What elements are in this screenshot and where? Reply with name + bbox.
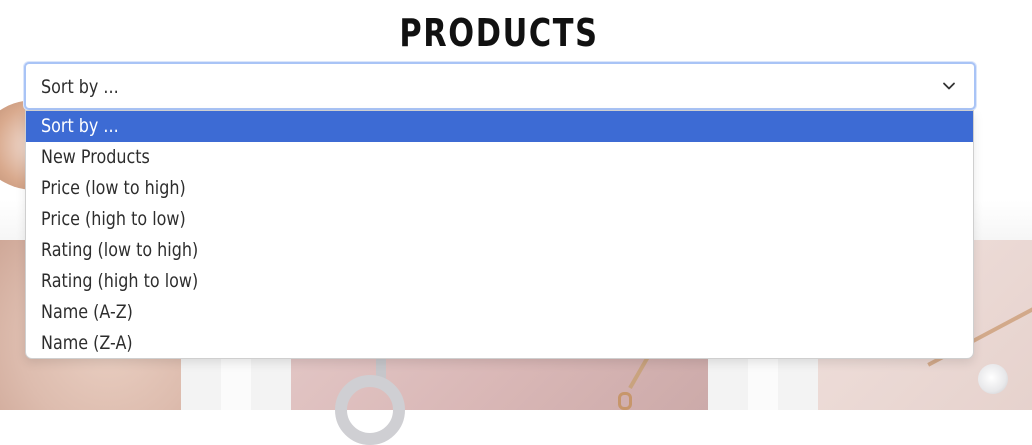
sort-option-name-asc[interactable]: Name (A-Z) — [26, 297, 973, 328]
sort-select[interactable]: Sort by ... — [24, 62, 976, 110]
sort-option-price-asc[interactable]: Price (low to high) — [26, 173, 973, 204]
sort-option-rating-desc[interactable]: Rating (high to low) — [26, 266, 973, 297]
sort-options-list: Sort by ... New Products Price (low to h… — [25, 110, 974, 359]
sort-option-new-products[interactable]: New Products — [26, 142, 973, 173]
page-title: PRODUCTS — [399, 11, 599, 55]
bracelet-charm-image — [978, 364, 1008, 394]
sort-option-rating-asc[interactable]: Rating (low to high) — [26, 235, 973, 266]
chevron-down-icon — [943, 82, 955, 90]
sort-option-name-desc[interactable]: Name (Z-A) — [26, 328, 973, 358]
pendant-image — [335, 375, 405, 445]
sort-option-price-desc[interactable]: Price (high to low) — [26, 204, 973, 235]
sort-select-value: Sort by ... — [41, 76, 119, 98]
clasp-image — [618, 392, 632, 410]
sort-option-default[interactable]: Sort by ... — [26, 111, 973, 142]
